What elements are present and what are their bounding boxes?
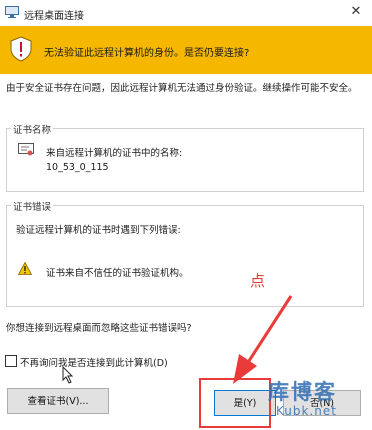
cert-error-item: 证书来自不信任的证书验证机构。 xyxy=(46,268,189,279)
watermark-title: 库博客 xyxy=(268,380,337,404)
title-bar: 远程桌面连接 ✕ xyxy=(0,0,372,26)
cert-error-group: 证书错误 验证远程计算机的证书时遇到下列错误: 证书来自不信任的证书验证机构。 xyxy=(6,199,364,307)
watermark: 库博客 Kubk.net xyxy=(268,376,368,426)
view-certificate-button[interactable]: 查看证书(V)... xyxy=(7,388,109,414)
description-text: 由于安全证书存在问题，因此远程计算机无法通过身份验证。继续操作可能不安全。 xyxy=(6,83,358,94)
dont-ask-label[interactable]: 不再询问我是否连接到此计算机(D) xyxy=(20,355,168,369)
window-title: 远程桌面连接 xyxy=(24,11,84,22)
banner-message: 无法验证此远程计算机的身份。是否仍要连接? xyxy=(44,48,250,59)
annotation-arrow-icon xyxy=(233,295,293,384)
cert-name-group: 证书名称 来自远程计算机的证书中的名称: 10_53_0_115 xyxy=(6,122,364,192)
cert-name-label: 来自远程计算机的证书中的名称: xyxy=(46,148,183,159)
cert-name-value: 10_53_0_115 xyxy=(46,162,109,173)
cert-error-group-title: 证书错误 xyxy=(11,199,54,213)
mouse-cursor-icon xyxy=(62,366,74,384)
cert-name-group-title: 证书名称 xyxy=(11,122,54,136)
certificate-icon xyxy=(18,143,34,156)
cert-error-intro: 验证远程计算机的证书时遇到下列错误: xyxy=(16,225,181,236)
watermark-url: Kubk.net xyxy=(276,404,337,418)
warning-banner: 无法验证此远程计算机的身份。是否仍要连接? xyxy=(0,26,372,74)
connect-question: 你想连接到远程桌面而忽略这些证书错误吗? xyxy=(6,323,192,334)
remote-desktop-icon xyxy=(5,6,19,18)
dont-ask-checkbox[interactable] xyxy=(5,355,17,367)
annotation-label: 点 xyxy=(250,272,266,290)
warning-icon xyxy=(18,262,32,275)
close-button[interactable]: ✕ xyxy=(346,3,366,21)
shield-warning-icon xyxy=(10,36,32,62)
